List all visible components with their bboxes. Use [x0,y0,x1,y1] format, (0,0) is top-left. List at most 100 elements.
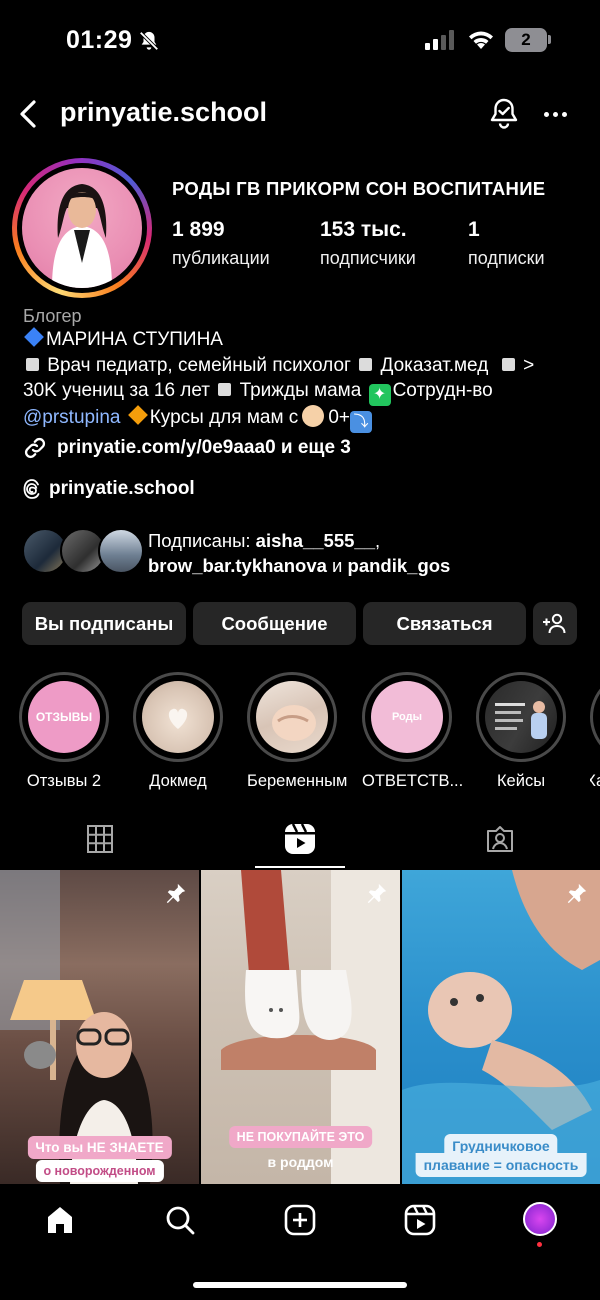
status-time: 01:29 [66,26,133,54]
nav-reels[interactable] [398,1198,442,1242]
followed-by-avatars[interactable] [22,528,144,574]
pin-icon [567,883,587,904]
followed-by-text[interactable]: Подписаны: aisha__555__, brow_bar.tykhan… [148,528,450,578]
bio-line-3: 30K учениц за 16 лет Трижды мама ✦ Сотруд… [23,380,493,406]
signal-icon [425,30,454,50]
message-button[interactable]: Сообщение [193,602,356,645]
home-indicator[interactable] [193,1282,407,1288]
pin-icon [367,883,387,904]
profile-tabs [0,810,600,868]
highlight-pregnant[interactable]: Беременным [247,672,347,791]
post-tile[interactable]: Что вы НЕ ЗНАЕТЕ о новорожденном [0,870,199,1184]
grid-icon [87,825,113,853]
highlight-cover-text: Роды [391,711,422,723]
avatar-photo [52,184,112,288]
highlight-label: Отзывы 2 [26,772,102,790]
status-bar: 01:29 2 [0,0,600,84]
following-button[interactable]: Вы подписаны [22,602,186,645]
square-icon [501,358,515,371]
post-caption-2: о новорожденном [35,1160,164,1182]
followed-by-user: brow_bar.tykhanova [148,555,327,576]
battery-tip [548,35,551,44]
stat-followers-label: подписчики [320,248,416,268]
stat-posts-value: 1 899 [172,218,225,241]
sparkle-icon: ✦ [368,384,391,406]
pin-icon [166,883,186,904]
highlight-cover [168,708,188,729]
stat-following-value: 1 [468,218,480,241]
stat-posts-label: публикации [172,248,270,268]
post-tile[interactable]: Грудничковое плавание = опасность [402,870,600,1184]
avatar [98,528,144,574]
followed-by-separator: и [326,555,348,576]
battery-indicator: 2 [505,28,547,52]
highlight-label: Кейсы [496,772,546,790]
square-icon [26,358,39,371]
nav-search[interactable] [158,1198,202,1242]
stat-followers[interactable]: 153 тыс. подписчики [320,218,416,269]
bio-line-2: Врач педиатр, семейный психолог Доказат.… [23,355,534,377]
square-icon [359,358,373,371]
wifi-icon [469,31,493,49]
link-icon [24,437,46,459]
bio-text: Трижды мама [239,380,362,401]
stat-posts[interactable]: 1 899 публикации [172,218,270,269]
threads-link[interactable]: prinyatie.school [23,478,195,500]
followed-by-separator: , [375,530,381,551]
stat-following-label: подписки [468,248,545,268]
threads-icon [23,479,40,499]
profile-category: Блогер [23,306,82,326]
stat-following[interactable]: 1 подписки [468,218,545,269]
notification-bell-icon [490,98,518,129]
highlight-label: ОТВЕТСТВ... [362,772,464,790]
bio-text: Сотрудн-во [392,380,493,401]
contact-button[interactable]: Связаться [363,602,526,645]
reels-icon [285,823,315,854]
highlight-responsible[interactable]: Роды ОТВЕТСТВ... [362,672,464,791]
back-button[interactable] [12,96,44,132]
arrow-down-icon: ⤵ [349,411,372,433]
notification-dot [537,1242,542,1247]
highlight-cover-text: ОТЗЫВЫ [35,710,93,724]
highlight-cover [495,701,547,739]
nav-create[interactable] [278,1198,322,1242]
highlight-partial[interactable]: Ха [590,672,600,791]
highlight-reviews[interactable]: ОТЗЫВЫ Отзывы 2 [19,672,109,791]
notifications-button[interactable] [487,96,521,130]
followed-by-user: pandik_gos [347,555,451,576]
nav-profile-avatar[interactable] [523,1202,557,1236]
more-icon[interactable] [540,100,570,128]
tab-reels[interactable] [200,810,400,868]
profile-link[interactable]: prinyatie.com/y/0e9aaa0 и еще 3 [23,436,351,460]
post-caption-1: НЕ ПОКУПАЙТЕ ЭТО [228,1126,373,1148]
stat-followers-value: 153 тыс. [320,218,407,241]
highlight-cover [272,705,316,741]
square-icon [218,383,232,396]
bio-mention-link[interactable]: @prstupina [23,407,120,428]
reels-nav-icon [404,1204,436,1236]
threads-link-text: prinyatie.school [49,478,195,499]
bio-name: МАРИНА СТУПИНА [46,329,223,350]
bio-text: Доказат.мед [380,355,489,376]
search-icon [166,1206,195,1235]
profile-avatar[interactable] [12,158,152,298]
back-icon [20,100,36,128]
add-person-icon [543,613,566,633]
bio-line-4: @prstupina Курсы для мам с 0+ ⤵ [23,405,372,433]
bio-text: 0+ [328,407,350,428]
highlight-docmed[interactable]: Докмед [133,672,223,791]
bio-text: > [523,355,535,376]
post-caption-1: Что вы НЕ ЗНАЕТЕ [27,1136,172,1159]
post-caption-2: плавание = опасность [415,1153,587,1177]
orange-diamond-icon [127,405,148,425]
post-tile[interactable]: НЕ ПОКУПАЙТЕ ЭТО в роддом [201,870,400,1184]
highlight-cases[interactable]: Кейсы [476,672,566,791]
tab-tagged[interactable] [400,810,600,868]
nav-home[interactable] [38,1198,82,1242]
tab-grid[interactable] [0,810,200,868]
followed-by-prefix: Подписаны: [148,530,256,551]
highlight-label: Ха [590,772,600,790]
profile-username: prinyatie.school [60,97,268,127]
bio-text: 30K учениц за 16 лет [23,380,211,401]
add-person-button[interactable] [533,602,577,645]
